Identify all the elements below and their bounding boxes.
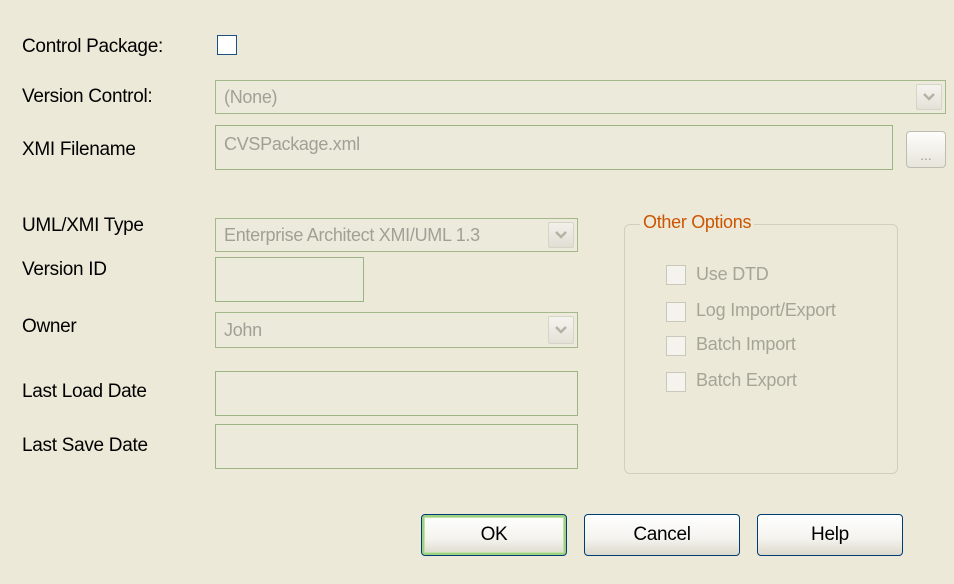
last-load-date-label: Last Load Date — [22, 381, 147, 402]
version-control-label: Version Control: — [22, 86, 153, 107]
log-import-export-label: Log Import/Export — [696, 300, 836, 320]
last-save-date-label: Last Save Date — [22, 435, 148, 456]
xmi-filename-label: XMI Filename — [22, 139, 136, 160]
uml-xmi-type-select[interactable]: Enterprise Architect XMI/UML 1.3 — [215, 218, 578, 252]
use-dtd-label: Use DTD — [696, 264, 769, 284]
version-id-label: Version ID — [22, 259, 107, 280]
other-options-title: Other Options — [640, 212, 755, 233]
batch-import-label: Batch Import — [696, 334, 796, 354]
chevron-down-icon — [555, 326, 567, 334]
use-dtd-checkbox[interactable] — [666, 265, 686, 285]
uml-xmi-type-dropdown-button[interactable] — [548, 222, 574, 248]
batch-export-label: Batch Export — [696, 370, 797, 390]
cancel-button[interactable]: Cancel — [584, 514, 740, 556]
chevron-down-icon — [555, 231, 567, 239]
help-button[interactable]: Help — [757, 514, 903, 556]
last-save-date-field[interactable] — [215, 424, 578, 469]
owner-value: John — [224, 320, 262, 340]
xmi-filename-field[interactable]: CVSPackage.xml — [215, 125, 893, 170]
owner-dropdown-button[interactable] — [548, 316, 574, 344]
log-import-export-checkbox[interactable] — [666, 302, 686, 322]
owner-select[interactable]: John — [215, 312, 578, 348]
browse-file-button[interactable]: ... — [906, 131, 946, 168]
version-control-select[interactable]: (None) — [215, 80, 946, 114]
control-package-label: Control Package: — [22, 36, 163, 57]
batch-import-checkbox[interactable] — [666, 336, 686, 356]
version-id-field[interactable] — [215, 257, 364, 302]
uml-xmi-type-value: Enterprise Architect XMI/UML 1.3 — [224, 225, 480, 245]
ok-button[interactable]: OK — [421, 514, 567, 556]
version-control-dropdown-button[interactable] — [916, 84, 942, 110]
uml-xmi-type-label: UML/XMI Type — [22, 215, 144, 236]
batch-export-checkbox[interactable] — [666, 372, 686, 392]
chevron-down-icon — [923, 93, 935, 101]
version-control-value: (None) — [224, 87, 278, 107]
owner-label: Owner — [22, 316, 77, 337]
last-load-date-field[interactable] — [215, 371, 578, 416]
control-package-checkbox[interactable] — [217, 35, 237, 55]
